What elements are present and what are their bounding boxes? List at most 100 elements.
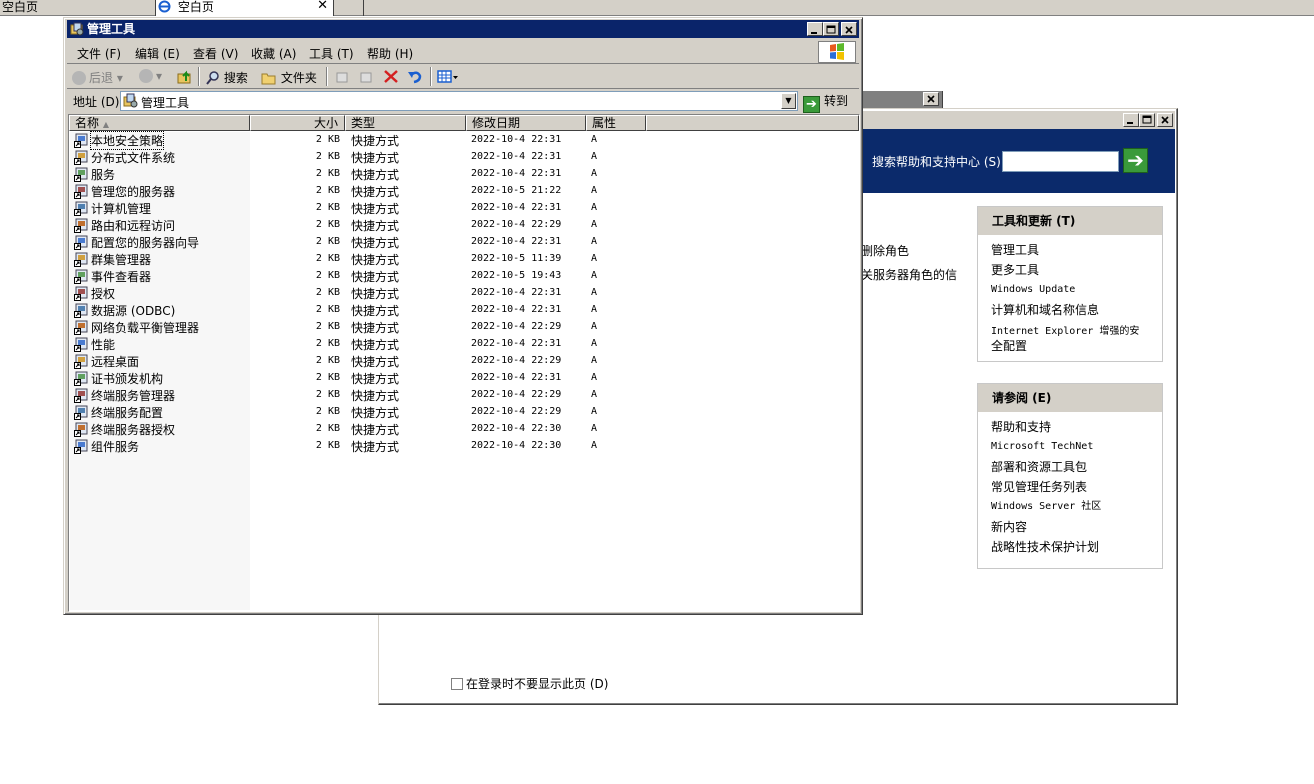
back-arrow-icon	[72, 71, 86, 85]
column-type[interactable]: 类型	[345, 115, 466, 131]
back-button[interactable]: 后退 ▾	[72, 69, 123, 86]
column-attributes[interactable]: 属性	[586, 115, 646, 131]
minimize-button[interactable]	[1123, 113, 1139, 127]
column-modified[interactable]: 修改日期	[466, 115, 586, 131]
file-row[interactable]: 服务 2 KB 快捷方式 2022-10-4 22:31 A	[69, 166, 859, 183]
menu-edit[interactable]: 编辑 (E)	[135, 45, 180, 62]
copy-to-button[interactable]	[359, 69, 375, 87]
up-folder-button[interactable]	[177, 69, 193, 88]
partial-link-role-info[interactable]: 关服务器角色的信	[861, 266, 957, 283]
file-name[interactable]: 证书颁发机构	[91, 370, 163, 387]
file-name[interactable]: 路由和远程访问	[91, 217, 175, 234]
shortcut-icon	[74, 286, 88, 301]
file-list[interactable]: 名称 ▲ 大小 类型 修改日期 属性 本地安全策略 2 KB 快捷方式 2022-10…	[68, 114, 860, 612]
file-name[interactable]: 数据源 (ODBC)	[91, 302, 175, 319]
file-row[interactable]: 分布式文件系统 2 KB 快捷方式 2022-10-4 22:31 A	[69, 149, 859, 166]
file-row[interactable]: 终端服务器授权 2 KB 快捷方式 2022-10-4 22:30 A	[69, 421, 859, 438]
forward-button[interactable]: ▾	[139, 69, 162, 83]
file-row[interactable]: 授权 2 KB 快捷方式 2022-10-4 22:31 A	[69, 285, 859, 302]
link-common-tasks[interactable]: 常见管理任务列表	[991, 480, 1162, 494]
link-windows-update[interactable]: Windows Update	[991, 283, 1162, 297]
link-ie-esc[interactable]: Internet Explorer 增强的安 全配置	[991, 323, 1162, 353]
search-button[interactable]: 搜索	[206, 69, 248, 86]
close-button[interactable]	[1157, 113, 1173, 127]
taskbar-tab-1[interactable]: 空白页	[0, 0, 156, 16]
move-to-button[interactable]	[335, 69, 351, 87]
taskbar-tab-3[interactable]	[334, 0, 364, 16]
file-name[interactable]: 事件查看器	[91, 268, 151, 285]
dont-show-checkbox[interactable]: 在登录时不要显示此页 (D)	[451, 675, 608, 692]
menu-tools[interactable]: 工具 (T)	[309, 45, 354, 62]
file-name[interactable]: 群集管理器	[91, 251, 151, 268]
taskbar-tab-2[interactable]: 空白页 ✕	[156, 0, 334, 16]
address-input[interactable]: 管理工具 ▼	[120, 91, 798, 111]
file-name[interactable]: 分布式文件系统	[91, 149, 175, 166]
file-attributes: A	[591, 440, 598, 451]
file-row[interactable]: 终端服务管理器 2 KB 快捷方式 2022-10-4 22:29 A	[69, 387, 859, 404]
file-row[interactable]: 网络负载平衡管理器 2 KB 快捷方式 2022-10-4 22:29 A	[69, 319, 859, 336]
address-dropdown-button[interactable]: ▼	[781, 93, 796, 109]
menu-file[interactable]: 文件 (F)	[77, 45, 121, 62]
column-size[interactable]: 大小	[250, 115, 345, 131]
link-technet[interactable]: Microsoft TechNet	[991, 440, 1162, 454]
link-server-community[interactable]: Windows Server 社区	[991, 500, 1162, 514]
file-row[interactable]: 配置您的服务器向导 2 KB 快捷方式 2022-10-4 22:31 A	[69, 234, 859, 251]
column-name[interactable]: 名称 ▲	[69, 115, 250, 131]
file-name[interactable]: 远程桌面	[91, 353, 139, 370]
link-admin-tools[interactable]: 管理工具	[991, 243, 1162, 257]
link-help-support[interactable]: 帮助和支持	[991, 420, 1162, 434]
file-row[interactable]: 本地安全策略 2 KB 快捷方式 2022-10-4 22:31 A	[69, 131, 859, 150]
file-name[interactable]: 组件服务	[91, 438, 139, 455]
search-help-input[interactable]	[1002, 151, 1119, 172]
file-name[interactable]: 服务	[91, 166, 115, 183]
close-icon	[1161, 116, 1169, 124]
close-button[interactable]	[841, 22, 857, 36]
file-row[interactable]: 群集管理器 2 KB 快捷方式 2022-10-5 11:39 A	[69, 251, 859, 268]
file-name[interactable]: 配置您的服务器向导	[91, 234, 199, 251]
link-more-tools[interactable]: 更多工具	[991, 263, 1162, 277]
go-button[interactable]: ➔ 转到	[803, 91, 848, 113]
file-row[interactable]: 路由和远程访问 2 KB 快捷方式 2022-10-4 22:29 A	[69, 217, 859, 234]
menu-help[interactable]: 帮助 (H)	[367, 45, 413, 62]
file-row[interactable]: 远程桌面 2 KB 快捷方式 2022-10-4 22:29 A	[69, 353, 859, 370]
shortcut-icon	[74, 405, 88, 420]
file-row[interactable]: 证书颁发机构 2 KB 快捷方式 2022-10-4 22:31 A	[69, 370, 859, 387]
close-button[interactable]	[923, 92, 939, 106]
link-security-program[interactable]: 战略性技术保护计划	[991, 540, 1162, 554]
search-go-button[interactable]: ➔	[1123, 148, 1148, 173]
file-row[interactable]: 性能 2 KB 快捷方式 2022-10-4 22:31 A	[69, 336, 859, 353]
shortcut-icon	[74, 167, 88, 182]
file-row[interactable]: 终端服务配置 2 KB 快捷方式 2022-10-4 22:29 A	[69, 404, 859, 421]
file-name[interactable]: 计算机管理	[91, 200, 151, 217]
link-computer-domain-info[interactable]: 计算机和域名称信息	[991, 303, 1162, 317]
menu-favorites[interactable]: 收藏 (A)	[251, 45, 296, 62]
file-row[interactable]: 计算机管理 2 KB 快捷方式 2022-10-4 22:31 A	[69, 200, 859, 217]
minimize-button[interactable]	[807, 22, 823, 36]
close-tab-icon[interactable]: ✕	[317, 0, 328, 13]
file-name[interactable]: 管理您的服务器	[91, 183, 175, 200]
file-name[interactable]: 本地安全策略	[89, 131, 165, 150]
maximize-button[interactable]	[1139, 113, 1155, 127]
views-button[interactable]	[437, 69, 459, 87]
file-modified: 2022-10-5 19:43	[471, 270, 562, 281]
file-name[interactable]: 性能	[91, 336, 115, 353]
folders-button[interactable]: 文件夹	[261, 69, 317, 86]
file-row[interactable]: 管理您的服务器 2 KB 快捷方式 2022-10-5 21:22 A	[69, 183, 859, 200]
file-row[interactable]: 事件查看器 2 KB 快捷方式 2022-10-5 19:43 A	[69, 268, 859, 285]
file-row[interactable]: 组件服务 2 KB 快捷方式 2022-10-4 22:30 A	[69, 438, 859, 455]
link-resource-kit[interactable]: 部署和资源工具包	[991, 460, 1162, 474]
delete-button[interactable]	[383, 69, 399, 87]
checkbox-box[interactable]	[451, 678, 463, 690]
file-row[interactable]: 数据源 (ODBC) 2 KB 快捷方式 2022-10-4 22:31 A	[69, 302, 859, 319]
menu-view[interactable]: 查看 (V)	[193, 45, 238, 62]
partial-link-remove-role[interactable]: 删除角色	[861, 242, 909, 259]
file-name[interactable]: 终端服务管理器	[91, 387, 175, 404]
file-name[interactable]: 终端服务配置	[91, 404, 163, 421]
maximize-button[interactable]	[823, 22, 839, 36]
file-name[interactable]: 终端服务器授权	[91, 421, 175, 438]
file-name[interactable]: 网络负载平衡管理器	[91, 319, 199, 336]
file-name[interactable]: 授权	[91, 285, 115, 302]
undo-button[interactable]	[407, 69, 423, 87]
file-modified: 2022-10-4 22:31	[471, 236, 562, 247]
link-whats-new[interactable]: 新内容	[991, 520, 1162, 534]
